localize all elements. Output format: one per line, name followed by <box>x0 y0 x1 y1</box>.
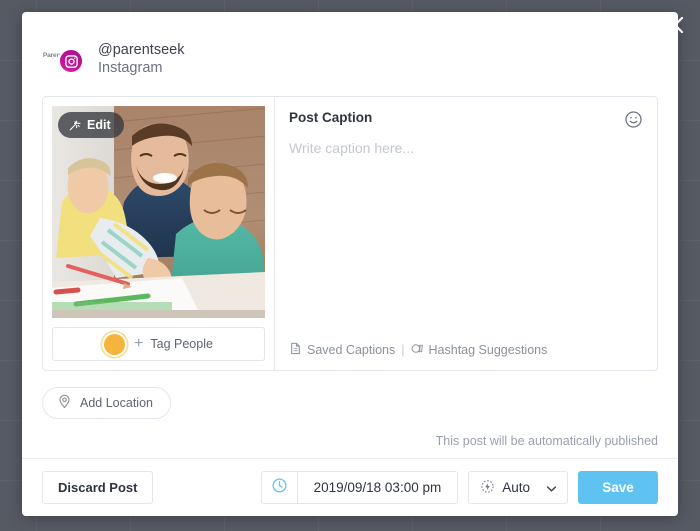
add-location-button[interactable]: Add Location <box>42 387 171 419</box>
account-handle: @parentseek <box>98 41 185 58</box>
chevron-down-icon <box>546 480 557 495</box>
clock-icon <box>271 477 288 499</box>
tag-people-label: Tag People <box>150 337 213 351</box>
schedule-time-button[interactable] <box>262 472 298 503</box>
discard-post-button[interactable]: Discard Post <box>42 471 154 504</box>
document-hash-icon <box>289 342 302 358</box>
avatar: ParentSeek <box>42 36 88 82</box>
hashtag-suggestions-button[interactable]: Hashtag Suggestions <box>411 342 548 358</box>
auto-publish-notice: This post will be automatically publishe… <box>22 419 678 458</box>
hashtag-tag-icon <box>411 342 424 358</box>
smiley-icon <box>624 111 643 133</box>
map-pin-icon <box>57 394 72 412</box>
tag-plus-icon: + <box>134 335 144 352</box>
post-composer-modal: ParentSeek @parentseek Instagram <box>22 12 678 516</box>
tools-separator: | <box>401 343 405 357</box>
auto-publish-notice-text: This post will be automatically publishe… <box>435 434 658 448</box>
modal-footer: Discard Post 2019/09/18 03:00 pm Auto Sa… <box>22 458 678 516</box>
schedule-datetime-group: 2019/09/18 03:00 pm <box>260 471 459 504</box>
post-image[interactable]: Edit <box>52 106 265 318</box>
caption-input[interactable]: Write caption here... <box>289 140 643 342</box>
instagram-icon <box>58 48 84 74</box>
magic-wand-icon <box>68 119 81 132</box>
save-button[interactable]: Save <box>578 471 658 504</box>
account-header: ParentSeek @parentseek Instagram <box>22 12 678 86</box>
caption-title: Post Caption <box>289 110 373 125</box>
edit-image-button[interactable]: Edit <box>58 112 124 138</box>
saved-captions-label: Saved Captions <box>307 343 396 357</box>
composer-card: Edit + Tag People Post Caption Write cap… <box>42 96 658 371</box>
discard-post-label: Discard Post <box>58 480 138 495</box>
close-icon <box>665 15 685 35</box>
emoji-picker-button[interactable] <box>624 110 643 129</box>
hashtag-suggestions-label: Hashtag Suggestions <box>428 343 548 357</box>
account-meta: @parentseek Instagram <box>98 41 184 77</box>
location-row: Add Location <box>22 371 678 419</box>
account-network: Instagram <box>98 60 163 76</box>
saved-captions-button[interactable]: Saved Captions <box>289 342 395 358</box>
tag-avatar-icon <box>104 333 126 355</box>
publish-mode-select[interactable]: Auto <box>468 471 568 504</box>
publish-mode-label: Auto <box>502 480 530 495</box>
schedule-datetime-input[interactable]: 2019/09/18 03:00 pm <box>298 472 458 503</box>
caption-tools: Saved Captions | Hashtag Suggestions <box>289 342 643 360</box>
add-location-label: Add Location <box>80 396 153 410</box>
save-label: Save <box>602 480 634 495</box>
caption-header: Post Caption <box>289 110 643 129</box>
auto-publish-icon <box>480 479 495 497</box>
footer-actions: 2019/09/18 03:00 pm Auto Save <box>260 471 658 504</box>
caption-column: Post Caption Write caption here... Saved… <box>275 97 657 370</box>
edit-image-label: Edit <box>87 118 111 132</box>
media-column: Edit + Tag People <box>43 97 275 370</box>
tag-people-button[interactable]: + Tag People <box>52 327 265 361</box>
close-modal-button[interactable] <box>660 10 690 40</box>
